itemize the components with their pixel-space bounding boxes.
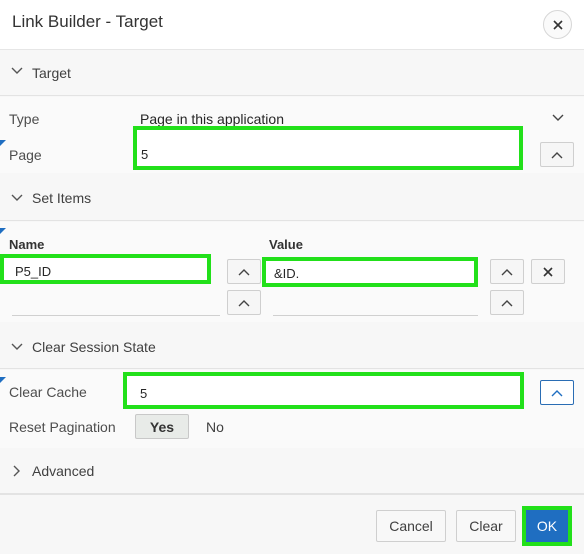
chevron-down-icon[interactable]	[552, 114, 564, 122]
close-button[interactable]	[543, 10, 572, 39]
section-set-items-label: Set Items	[32, 190, 92, 206]
chevron-down-icon	[11, 194, 23, 201]
chevron-up-icon	[238, 299, 250, 306]
item-value-list-button-empty[interactable]	[490, 290, 524, 315]
section-advanced-label: Advanced	[32, 463, 95, 479]
dialog-titlebar: Link Builder - Target	[0, 0, 584, 50]
clear-cache-input[interactable]: 5	[123, 372, 524, 409]
item-name-list-button-empty[interactable]	[227, 290, 261, 315]
clear-cache-value: 5	[140, 386, 148, 401]
item-value-list-button[interactable]	[490, 259, 524, 284]
required-marker	[0, 377, 6, 383]
item-name-value: P5_ID	[15, 264, 52, 279]
section-clear-session-header[interactable]: Clear Session State	[0, 323, 584, 369]
chevron-up-icon	[238, 268, 250, 275]
reset-pagination-label: Reset Pagination	[9, 419, 116, 435]
chevron-up-icon	[551, 389, 563, 396]
section-advanced-header[interactable]: Advanced	[0, 448, 584, 494]
required-marker	[0, 140, 6, 146]
item-value-input-empty[interactable]	[273, 290, 478, 316]
remove-item-button[interactable]	[531, 259, 565, 284]
clear-cache-label: Clear Cache	[9, 384, 87, 400]
dialog-title: Link Builder - Target	[12, 12, 163, 31]
section-clear-session-label: Clear Session State	[32, 339, 156, 355]
ok-button[interactable]: OK	[526, 510, 568, 542]
item-name-input-empty[interactable]	[12, 290, 220, 316]
reset-pagination-no[interactable]: No	[206, 419, 224, 435]
chevron-down-icon	[11, 67, 23, 74]
chevron-up-icon	[551, 151, 563, 158]
link-builder-dialog: Link Builder - Target Target Type Page i…	[0, 0, 584, 554]
page-label: Page	[9, 147, 42, 163]
close-icon	[552, 19, 563, 30]
chevron-up-icon	[501, 268, 513, 275]
chevron-up-icon	[501, 299, 513, 306]
page-input-value: 5	[141, 147, 149, 162]
reset-pagination-yes[interactable]: Yes	[135, 414, 189, 439]
type-label: Type	[9, 111, 40, 127]
ok-button-highlight: OK	[522, 506, 572, 546]
item-value-input[interactable]: &ID.	[262, 257, 478, 287]
chevron-right-icon	[13, 465, 20, 477]
page-input[interactable]: 5	[133, 126, 523, 170]
clear-cache-list-button[interactable]	[540, 380, 574, 405]
clear-button[interactable]: Clear	[456, 510, 516, 542]
name-column-header: Name	[9, 237, 45, 252]
section-set-items-header[interactable]: Set Items	[0, 175, 584, 221]
item-name-list-button[interactable]	[227, 259, 261, 284]
type-select[interactable]: Page in this application	[140, 111, 284, 127]
chevron-down-icon	[11, 343, 23, 350]
page-list-button[interactable]	[540, 142, 574, 167]
value-column-header: Value	[269, 237, 303, 252]
required-marker	[0, 228, 6, 234]
cancel-button[interactable]: Cancel	[376, 510, 446, 542]
section-target-label: Target	[32, 65, 71, 81]
item-value-value: &ID.	[274, 266, 300, 281]
section-target-header[interactable]: Target	[0, 50, 584, 96]
item-name-input[interactable]: P5_ID	[0, 254, 211, 284]
close-icon	[543, 266, 553, 277]
